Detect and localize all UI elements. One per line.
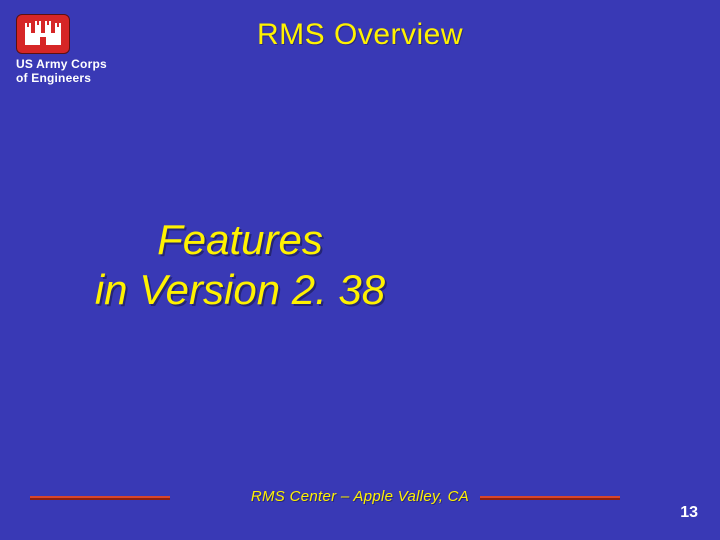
page-number: 13	[680, 504, 698, 522]
footer: RMS Center – Apple Valley, CA	[0, 494, 720, 518]
org-name: US Army Corps of Engineers	[16, 58, 136, 86]
main-heading-line1: Features	[157, 216, 323, 263]
footer-rule-right	[480, 496, 620, 500]
main-heading-line2: in Version 2. 38	[95, 266, 385, 313]
org-name-line2: of Engineers	[16, 71, 91, 85]
slide-title: RMS Overview	[0, 18, 720, 52]
main-heading: Features in Version 2. 38	[0, 215, 720, 316]
org-name-line1: US Army Corps	[16, 57, 107, 71]
